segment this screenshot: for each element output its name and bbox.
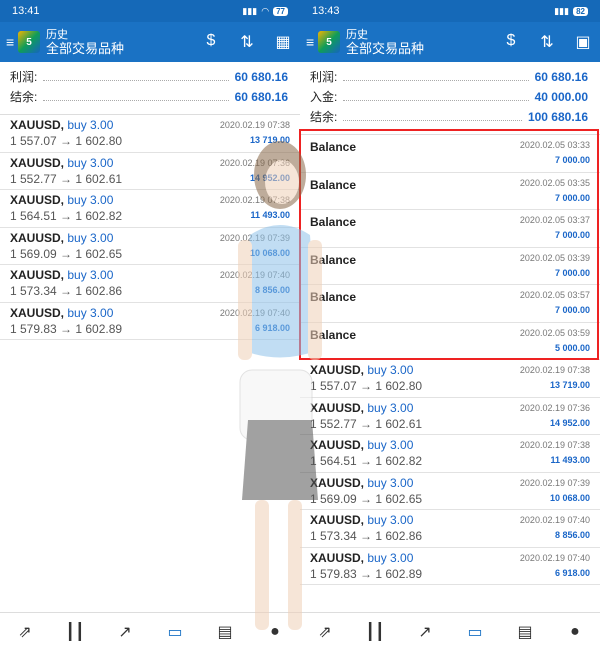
chart-icon[interactable]: ┃┃ [360,622,390,642]
history-icon[interactable]: ▭ [160,622,190,642]
summary-row: 结余: 100 680.16 [310,110,588,124]
signal-icon: ▮▮▮ [554,5,570,16]
status-time: 13:43 [312,5,340,17]
deal-row[interactable]: XAUUSD, buy 3.00 1 573.34 → 1 602.86 202… [0,265,300,303]
summary-row: 结余: 60 680.16 [10,90,288,104]
deal-row[interactable]: XAUUSD, buy 3.00 1 557.07 → 1 602.80 202… [300,360,600,398]
deal-row[interactable]: XAUUSD, buy 3.00 1 552.77 → 1 602.61 202… [0,153,300,190]
deal-row[interactable]: XAUUSD, buy 3.00 1 569.09 → 1 602.65 202… [300,473,600,510]
quotes-icon[interactable]: ⇗ [10,622,40,642]
deal-row[interactable]: XAUUSD, buy 3.00 1 557.07 → 1 602.80 202… [0,115,300,153]
chat-icon[interactable]: ● [260,623,290,641]
chat-icon[interactable]: ● [560,623,590,641]
signal-icon: ▮▮▮ [242,5,258,16]
deal-row[interactable]: XAUUSD, buy 3.00 1 564.51 → 1 602.82 202… [0,190,300,228]
status-bar: 13:41 ▮▮▮ ◠ 77 [0,0,300,22]
balance-row[interactable]: Balance 2020.02.05 03:57 7 000.00 [300,285,600,323]
summary: 利润: 60 680.16 结余: 60 680.16 [0,62,300,115]
calendar-icon[interactable]: ▣ [572,32,594,52]
history-icon[interactable]: ▭ [460,622,490,642]
balance-row[interactable]: Balance 2020.02.05 03:59 5 000.00 [300,323,600,360]
battery-icon: 82 [573,6,588,16]
symbol-filter[interactable]: 全部交易品种 [46,42,200,56]
balance-row[interactable]: Balance 2020.02.05 03:39 7 000.00 [300,248,600,285]
wifi-icon: ◠ [261,5,270,16]
screen-title: 历史 [46,29,68,41]
balance-row[interactable]: Balance 2020.02.05 03:35 7 000.00 [300,173,600,210]
menu-icon[interactable]: ≡ [306,34,316,50]
balance-list: Balance 2020.02.05 03:33 7 000.00 Balanc… [300,135,600,360]
summary-row: 入金: 40 000.00 [310,90,588,104]
deal-row[interactable]: XAUUSD, buy 3.00 1 552.77 → 1 602.61 202… [300,398,600,435]
summary-row: 利润: 60 680.16 [10,70,288,84]
currency-icon[interactable]: $ [200,32,222,52]
currency-icon[interactable]: $ [500,32,522,52]
summary-row: 利润: 60 680.16 [310,70,588,84]
sort-icon[interactable]: ⇅ [236,32,258,52]
deal-row[interactable]: XAUUSD, buy 3.00 1 569.09 → 1 602.65 202… [0,228,300,265]
battery-icon: 77 [273,6,288,16]
app-bar: ≡ 5 历史 全部交易品种 $ ⇅ ▣ [300,22,600,62]
news-icon[interactable]: ▤ [210,622,240,642]
right-screenshot: 13:43 ▮▮▮ 82 ≡ 5 历史 全部交易品种 $ ⇅ ▣ 利润: 60 … [300,0,600,650]
left-screenshot: 13:41 ▮▮▮ ◠ 77 ≡ 5 历史 全部交易品种 $ ⇅ ▦ 利润: 6… [0,0,300,650]
app-logo: 5 [18,31,40,53]
deal-row[interactable]: XAUUSD, buy 3.00 1 579.83 → 1 602.89 202… [300,548,600,585]
status-time: 13:41 [12,5,40,17]
bottom-tab-bar: ⇗ ┃┃ ↗ ▭ ▤ ● [300,612,600,650]
balance-row[interactable]: Balance 2020.02.05 03:37 7 000.00 [300,210,600,248]
deal-list: XAUUSD, buy 3.00 1 557.07 → 1 602.80 202… [0,115,300,340]
deal-list: XAUUSD, buy 3.00 1 557.07 → 1 602.80 202… [300,360,600,585]
deal-row[interactable]: XAUUSD, buy 3.00 1 579.83 → 1 602.89 202… [0,303,300,340]
quotes-icon[interactable]: ⇗ [310,622,340,642]
menu-icon[interactable]: ≡ [6,34,16,50]
summary: 利润: 60 680.16 入金: 40 000.00 结余: 100 680.… [300,62,600,135]
app-logo: 5 [318,31,340,53]
symbol-filter[interactable]: 全部交易品种 [346,42,500,56]
trade-icon[interactable]: ↗ [110,622,140,642]
trade-icon[interactable]: ↗ [410,622,440,642]
calendar-icon[interactable]: ▦ [272,32,294,52]
bottom-tab-bar: ⇗ ┃┃ ↗ ▭ ▤ ● [0,612,300,650]
sort-icon[interactable]: ⇅ [536,32,558,52]
screen-title: 历史 [346,29,368,41]
deal-row[interactable]: XAUUSD, buy 3.00 1 573.34 → 1 602.86 202… [300,510,600,548]
news-icon[interactable]: ▤ [510,622,540,642]
chart-icon[interactable]: ┃┃ [60,622,90,642]
deal-row[interactable]: XAUUSD, buy 3.00 1 564.51 → 1 602.82 202… [300,435,600,473]
balance-row[interactable]: Balance 2020.02.05 03:33 7 000.00 [300,135,600,173]
status-bar: 13:43 ▮▮▮ 82 [300,0,600,22]
app-bar: ≡ 5 历史 全部交易品种 $ ⇅ ▦ [0,22,300,62]
